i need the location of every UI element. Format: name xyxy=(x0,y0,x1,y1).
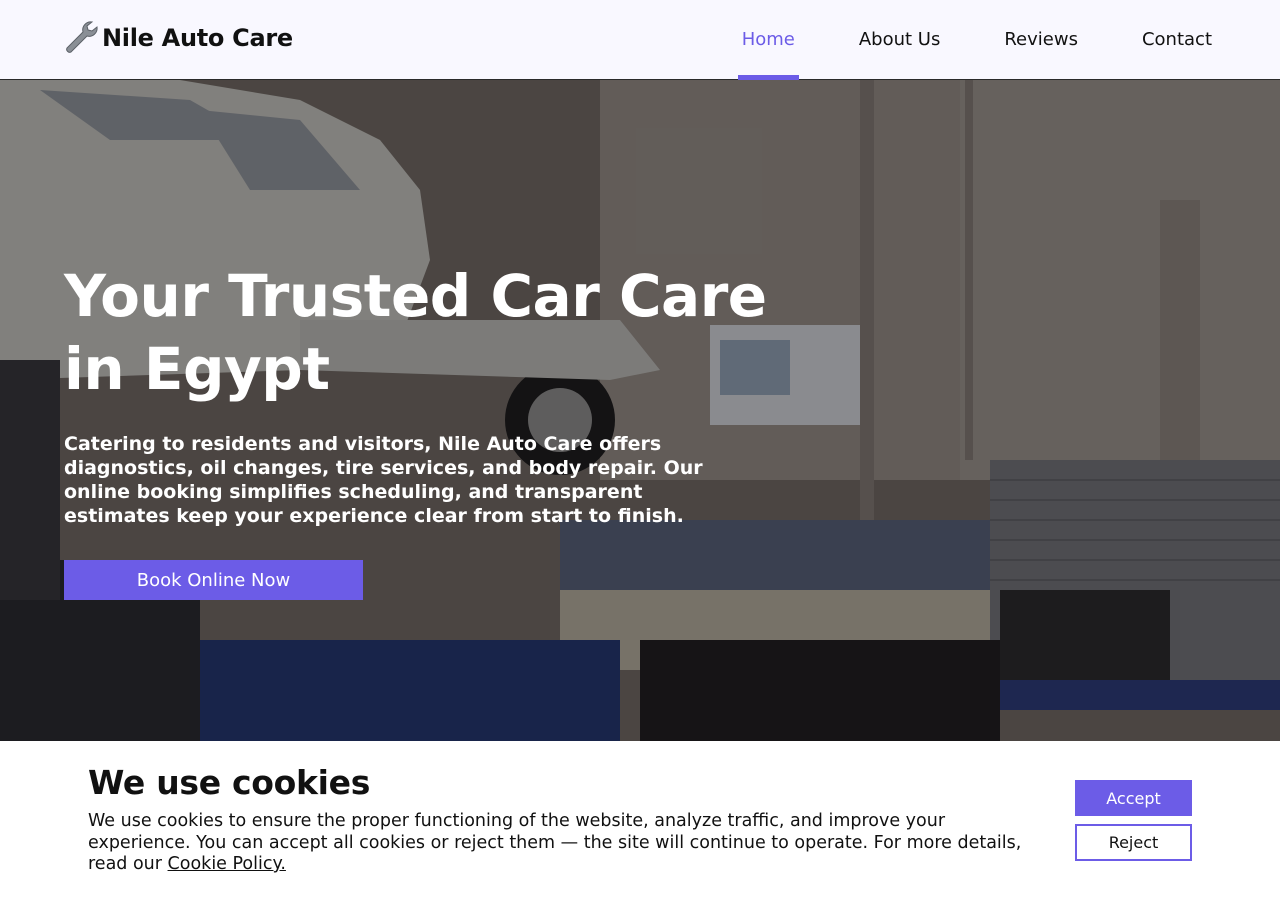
hero-section: Your Trusted Car Care in Egypt Catering … xyxy=(0,80,1280,741)
accept-cookies-button[interactable]: Accept xyxy=(1075,780,1192,816)
logo-text: Nile Auto Care xyxy=(102,24,293,52)
cookie-policy-link[interactable]: Cookie Policy. xyxy=(168,854,286,874)
cookie-banner: We use cookies We use cookies to ensure … xyxy=(0,741,1280,900)
hero-description: Catering to residents and visitors, Nile… xyxy=(64,433,703,527)
hero-title: Your Trusted Car Care in Egypt xyxy=(64,262,767,403)
hero-overlay xyxy=(0,80,1280,741)
cookie-text: We use cookies to ensure the proper func… xyxy=(88,811,1048,876)
nav-item-about-us[interactable]: About Us xyxy=(859,0,941,80)
nav-item-contact[interactable]: Contact xyxy=(1142,0,1212,80)
site-header: Nile Auto Care Home About Us Reviews Con… xyxy=(0,0,1280,80)
cookie-title: We use cookies xyxy=(88,763,371,802)
nav-item-home[interactable]: Home xyxy=(737,0,800,80)
logo[interactable]: Nile Auto Care xyxy=(62,18,293,58)
main-nav: Home About Us Reviews Contact xyxy=(678,0,1212,80)
wrench-icon xyxy=(62,18,100,58)
nav-item-reviews[interactable]: Reviews xyxy=(1004,0,1078,80)
book-online-button[interactable]: Book Online Now xyxy=(64,560,363,600)
reject-cookies-button[interactable]: Reject xyxy=(1075,824,1192,861)
